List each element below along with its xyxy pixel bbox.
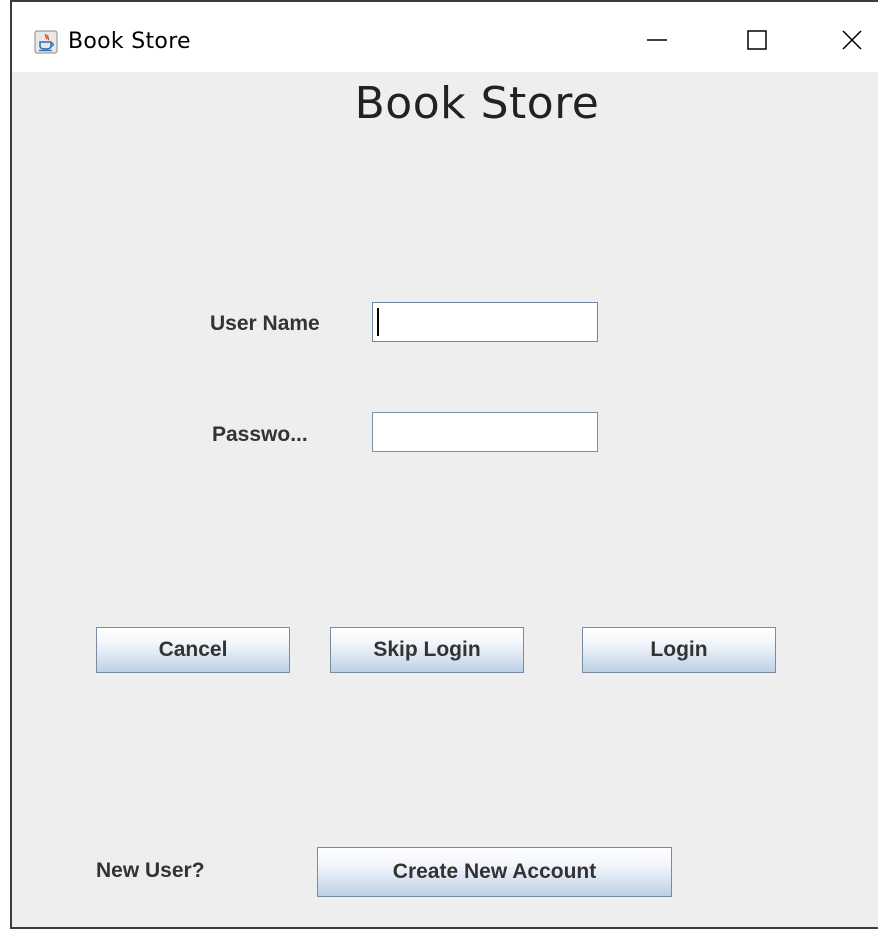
password-input[interactable] [372, 412, 598, 452]
close-button[interactable] [817, 16, 878, 68]
title-bar[interactable]: Book Store [12, 2, 878, 72]
page-title: Book Store [354, 78, 600, 129]
window-title: Book Store [68, 29, 191, 54]
app-window: Book Store Book Store User Name Passwo..… [10, 0, 878, 929]
username-label: User Name [210, 312, 320, 335]
skip-login-button[interactable]: Skip Login [330, 627, 524, 673]
close-icon [840, 28, 864, 57]
password-label: Passwo... [212, 423, 308, 446]
username-input[interactable] [372, 302, 598, 342]
minimize-icon [645, 28, 669, 57]
create-account-button[interactable]: Create New Account [317, 847, 672, 897]
new-user-prompt: New User? [96, 859, 205, 882]
login-button[interactable]: Login [582, 627, 776, 673]
cancel-button[interactable]: Cancel [96, 627, 290, 673]
maximize-button[interactable] [722, 16, 792, 68]
java-cup-icon [34, 30, 58, 54]
maximize-icon [745, 28, 769, 57]
minimize-button[interactable] [622, 16, 692, 68]
text-caret [377, 308, 379, 336]
